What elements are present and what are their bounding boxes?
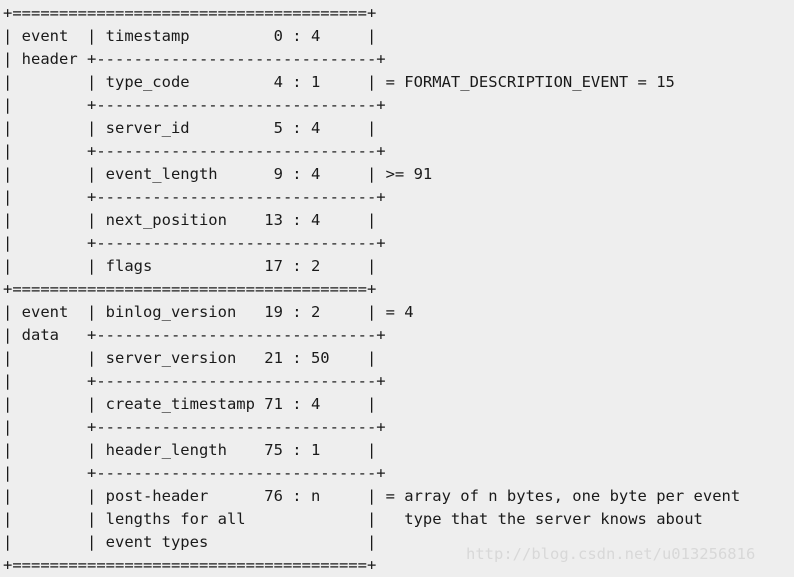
binlog-event-structure-diagram: +======================================+… xyxy=(3,4,741,574)
